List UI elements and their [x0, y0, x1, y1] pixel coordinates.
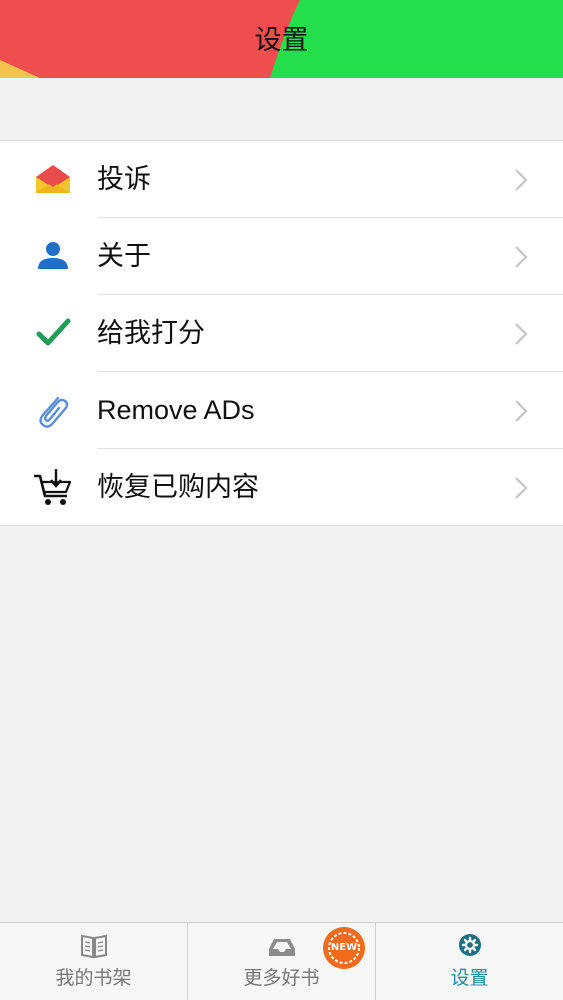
chevron-right-icon — [515, 246, 528, 268]
settings-item-label: 投诉 — [97, 164, 151, 194]
checkmark-icon — [32, 313, 74, 355]
tab-bar: 我的书架 更多好书 设置 — [0, 922, 563, 1000]
user-icon — [32, 236, 74, 278]
settings-item-rate[interactable]: 给我打分 — [0, 295, 563, 372]
page-title: 设置 — [254, 25, 309, 56]
chevron-right-icon — [515, 169, 528, 191]
header-bar: 设置 — [0, 0, 563, 78]
settings-item-remove-ads[interactable]: Remove ADs — [0, 372, 563, 449]
tab-label: 设置 — [450, 967, 489, 989]
badge-label: NEW — [330, 942, 358, 953]
settings-list: 投诉 关于 给我打分 Remove ADs 恢复已购内容 — [0, 140, 563, 526]
settings-item-label: Remove ADs — [97, 395, 255, 425]
section-spacer — [0, 78, 563, 140]
settings-item-label: 给我打分 — [97, 318, 205, 348]
book-icon — [78, 931, 110, 961]
settings-item-label: 关于 — [97, 241, 151, 271]
paperclip-icon — [32, 390, 74, 432]
cart-download-icon — [32, 467, 74, 509]
inbox-tray-icon — [266, 931, 298, 961]
settings-item-restore-purchases[interactable]: 恢复已购内容 — [0, 449, 563, 526]
settings-item-complaint[interactable]: 投诉 — [0, 141, 563, 218]
tab-bookshelf[interactable]: 我的书架 — [0, 923, 187, 1000]
chevron-right-icon — [515, 323, 528, 345]
chevron-right-icon — [515, 477, 528, 499]
settings-item-label: 恢复已购内容 — [97, 472, 259, 502]
gear-icon — [454, 931, 486, 961]
envelope-icon — [32, 159, 74, 201]
tab-settings[interactable]: 设置 — [376, 923, 563, 1000]
settings-item-about[interactable]: 关于 — [0, 218, 563, 295]
chevron-right-icon — [515, 400, 528, 422]
new-badge: NEW — [322, 926, 366, 970]
tab-label: 我的书架 — [55, 967, 132, 989]
